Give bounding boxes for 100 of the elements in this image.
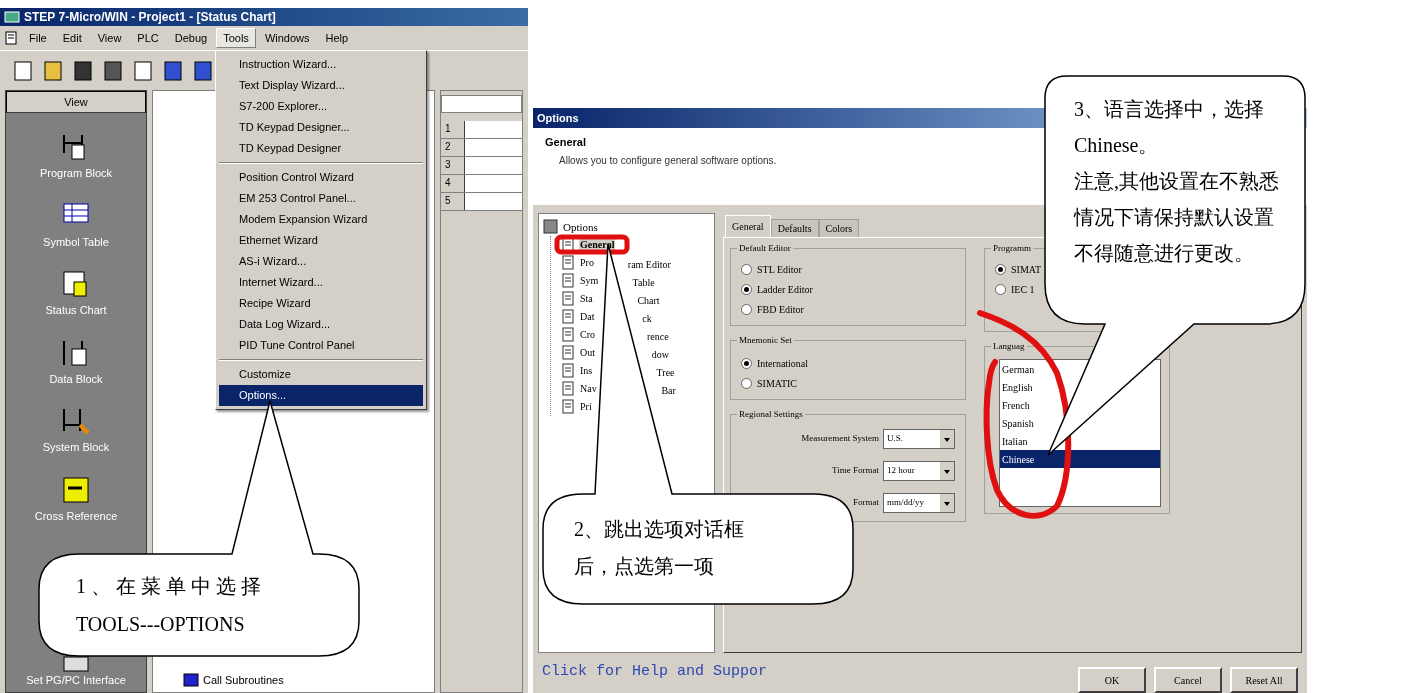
help-link[interactable]: Click for Help and Suppor	[542, 661, 768, 684]
toolbar-icon[interactable]	[192, 58, 214, 83]
navigation-item[interactable]: Status Chart	[45, 302, 107, 319]
navigation-item[interactable]: System Block	[42, 439, 110, 456]
tree-item[interactable]: Tree	[656, 364, 675, 380]
menu-item[interactable]: Windows	[257, 28, 317, 48]
folder-icon	[183, 671, 199, 688]
radio-button[interactable]	[741, 283, 752, 295]
menu-option[interactable]: Data Log Wizard...	[219, 314, 423, 335]
dialog-button[interactable]: OK	[1078, 667, 1146, 693]
table-cell	[465, 139, 522, 156]
window-title: STEP 7-Micro/WIN - Project1 - [Status Chart]	[24, 9, 276, 26]
menu-item[interactable]: Tools	[216, 28, 256, 48]
tree-item[interactable]: ck	[642, 310, 652, 326]
menu-option[interactable]: Customize	[219, 364, 423, 385]
menu-option[interactable]: Recipe Wizard	[219, 293, 423, 314]
tab[interactable]: Defaults	[770, 219, 819, 237]
radio-button[interactable]	[995, 263, 1006, 275]
dialog-button[interactable]: Reset All	[1230, 667, 1298, 693]
tree-item[interactable]: Pro	[579, 255, 595, 270]
tree-item[interactable]: Ins	[579, 363, 594, 378]
menu-item[interactable]: PLC	[130, 28, 166, 48]
navigation-item[interactable]: Cross Reference	[34, 507, 118, 524]
radio-button[interactable]	[741, 377, 752, 389]
tree-item[interactable]: Cro	[579, 327, 596, 342]
callout-text: 1 、 在 菜 单 中 选 择	[76, 574, 261, 599]
toolbar-icon[interactable]	[162, 58, 184, 83]
page-icon	[561, 255, 575, 270]
navigation-item[interactable]: Set PG/PC Interface	[26, 671, 126, 688]
dropdown[interactable]: mm/dd/yy	[883, 493, 955, 513]
menu-option[interactable]: TD Keypad Designer...	[219, 117, 423, 138]
folder-icon	[543, 219, 559, 236]
description-text: Allows you to configure general software options.	[559, 153, 777, 168]
tree-item[interactable]: Chart	[637, 292, 660, 308]
menu-option[interactable]: EM 253 Control Panel...	[219, 188, 423, 209]
tab[interactable]: Colors	[818, 219, 860, 237]
menu-option[interactable]: TD Keypad Designer	[219, 138, 423, 159]
menu-option[interactable]: S7-200 Explorer...	[219, 96, 423, 117]
callout-text: 2、跳出选项对话框	[574, 517, 744, 542]
table-cell	[465, 175, 522, 192]
list-item[interactable]: Spanish	[1000, 414, 1036, 432]
tree-item[interactable]: dow	[651, 346, 670, 362]
list-item[interactable]: Chinese	[1000, 450, 1160, 468]
navigation-item[interactable]: Symbol Table	[43, 233, 109, 250]
page-icon	[561, 291, 575, 306]
tree-item[interactable]: rence	[647, 328, 669, 344]
menu-option[interactable]: Position Control Wizard	[219, 167, 423, 188]
radio-button[interactable]	[741, 357, 752, 369]
tree-item[interactable]: Pri	[579, 399, 593, 414]
menu-option[interactable]: Modem Expansion Wizard	[219, 209, 423, 230]
dropdown-value: mm/dd/yy	[887, 496, 924, 510]
dialog-title: Options	[537, 110, 579, 126]
menu-item[interactable]: File	[22, 28, 54, 48]
radio-label: International	[757, 356, 809, 371]
field-label: Format	[853, 496, 879, 510]
list-item[interactable]: English	[1000, 378, 1035, 396]
radio-label: FBD Editor	[757, 302, 804, 317]
menu-option[interactable]: Ethernet Wizard	[219, 230, 423, 251]
menu-option[interactable]: PID Tune Control Panel	[219, 335, 423, 356]
navigation-icon[interactable]	[60, 655, 92, 672]
page-icon	[561, 363, 575, 378]
page-icon	[561, 309, 575, 324]
dropdown[interactable]: 12 hour	[883, 461, 955, 481]
list-item[interactable]: German	[1000, 360, 1037, 378]
menu-item[interactable]: Help	[318, 28, 356, 48]
tree-item[interactable]: Out	[579, 345, 596, 360]
toolbar-icon[interactable]	[72, 58, 94, 83]
menu-item[interactable]: View	[90, 28, 129, 48]
menu-option[interactable]: Internet Wizard...	[219, 272, 423, 293]
tree-item[interactable]: Sta	[579, 291, 594, 306]
radio-button[interactable]	[995, 283, 1006, 295]
radio-button[interactable]	[741, 303, 752, 315]
dialog-button[interactable]: Cancel	[1154, 667, 1222, 693]
toolbar-icon[interactable]	[132, 58, 154, 83]
tree-item[interactable]: Call Subroutines	[203, 671, 284, 688]
tree-item[interactable]: Bar	[661, 382, 676, 398]
page-icon	[561, 237, 575, 252]
tree-item[interactable]: Dat	[579, 309, 596, 324]
tree-item[interactable]: ram Editor	[627, 256, 671, 272]
menu-option[interactable]: Options...	[219, 385, 423, 406]
menu-item[interactable]: Edit	[55, 28, 89, 48]
radio-button[interactable]	[741, 263, 752, 275]
menu-option[interactable]: Text Display Wizard...	[219, 75, 423, 96]
menu-option[interactable]: AS-i Wizard...	[219, 251, 423, 272]
radio-label: SIMATIC	[757, 376, 797, 391]
callout-text: 注意,其他设置在不熟悉	[1074, 169, 1279, 194]
tree-item[interactable]: Sym	[579, 273, 600, 288]
toolbar-icon[interactable]	[102, 58, 124, 83]
menu-option[interactable]: Instruction Wizard...	[219, 54, 423, 75]
toolbar-icon[interactable]	[12, 58, 34, 83]
tab[interactable]: General	[725, 215, 771, 237]
navigation-item[interactable]: Data Block	[49, 370, 103, 387]
tree-item[interactable]: Nav	[579, 381, 598, 396]
menu-item[interactable]: Debug	[167, 28, 215, 48]
tree-item[interactable]: Table	[632, 274, 655, 290]
list-item[interactable]: Italian	[1000, 432, 1030, 450]
dropdown[interactable]: U.S.	[883, 429, 955, 449]
tree-item[interactable]: Options	[563, 219, 598, 236]
list-item[interactable]: French	[1000, 396, 1032, 414]
navigation-item[interactable]: Program Block	[39, 165, 113, 182]
